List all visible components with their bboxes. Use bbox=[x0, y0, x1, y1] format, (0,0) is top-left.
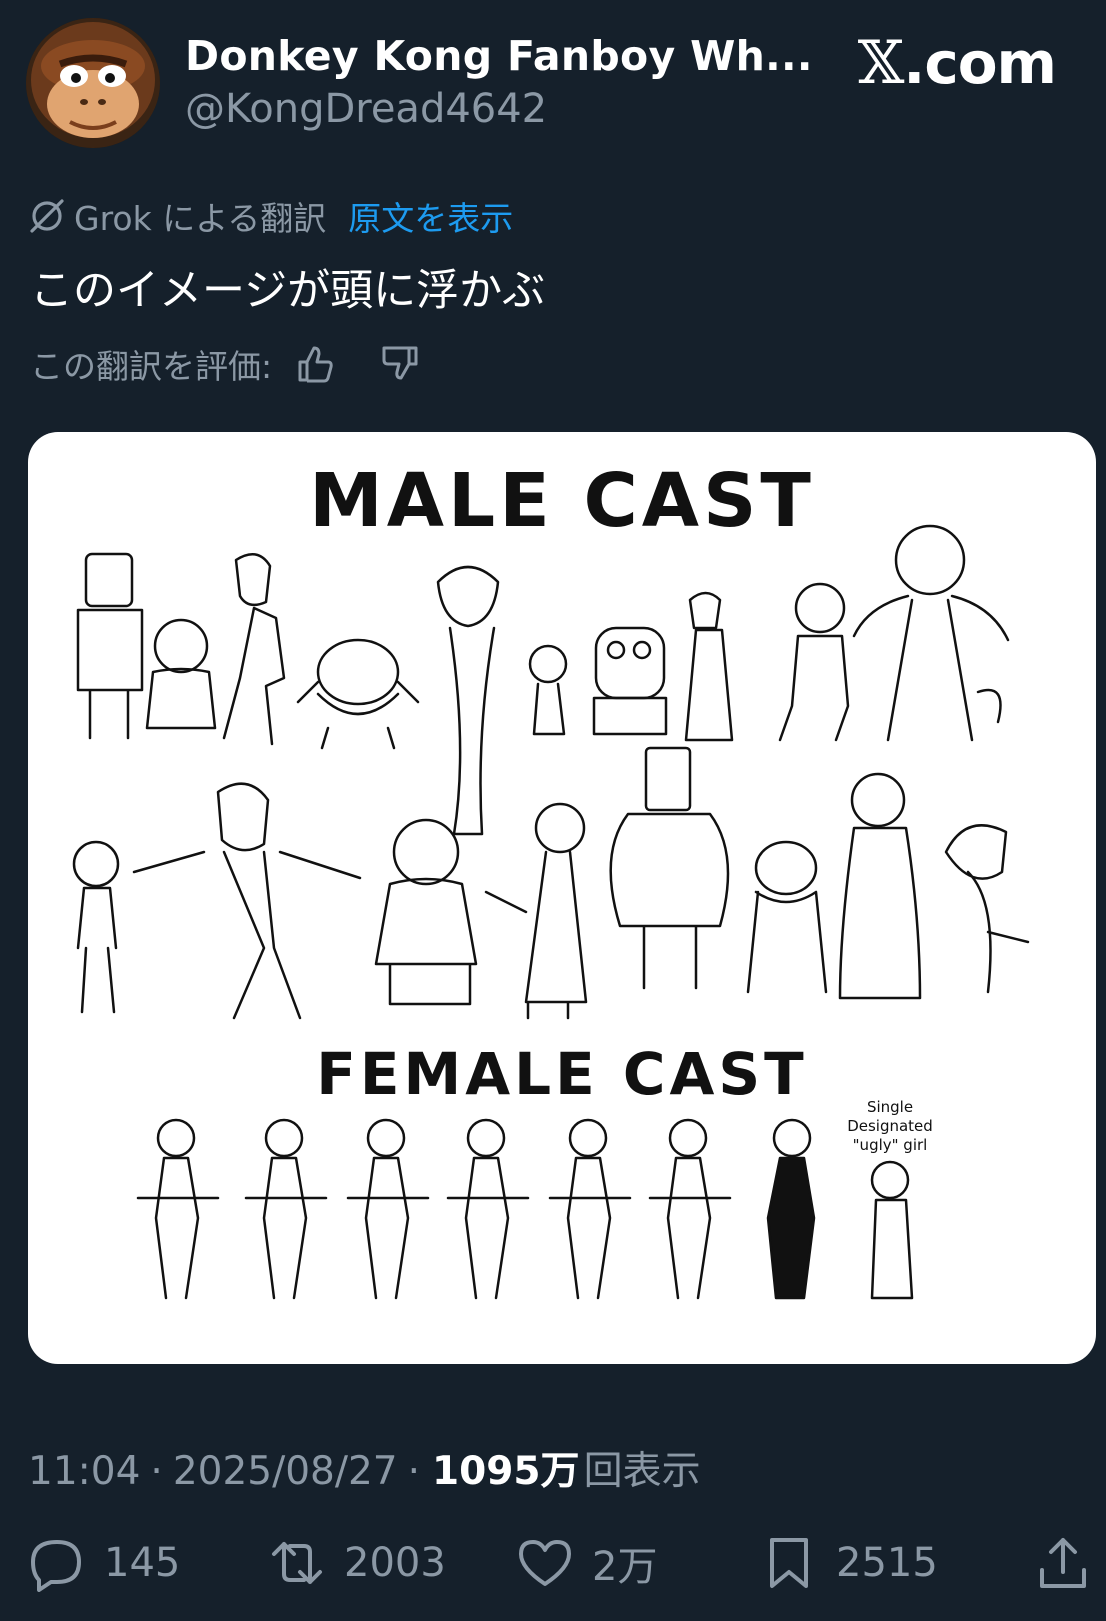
male-cast-heading: MALE CAST bbox=[309, 458, 815, 544]
post-image[interactable]: MALE CAST FEMALE CAST Single Designated … bbox=[28, 432, 1096, 1364]
author-handle[interactable]: @KongDread4642 bbox=[185, 86, 547, 132]
bookmark-count: 2515 bbox=[836, 1540, 938, 1586]
male-figure bbox=[609, 746, 730, 990]
male-figure bbox=[944, 824, 1030, 994]
repost-icon bbox=[272, 1542, 322, 1584]
heart-icon bbox=[519, 1540, 571, 1586]
post-meta: 11:04 · 2025/08/27 · 1095万 回表示 bbox=[28, 1440, 701, 1496]
male-figure bbox=[374, 818, 478, 1006]
note-line-1: Single bbox=[867, 1098, 913, 1116]
male-figure bbox=[852, 524, 1010, 742]
share-button[interactable] bbox=[1034, 1534, 1106, 1592]
x-logo-icon: 𝕏 bbox=[857, 28, 905, 98]
reply-count: 145 bbox=[104, 1540, 181, 1586]
show-original-link[interactable]: 原文を表示 bbox=[348, 192, 513, 240]
author-display-name[interactable]: Donkey Kong Fanboy Wh... bbox=[185, 32, 813, 80]
translation-rating-row: この翻訳を評価: bbox=[30, 340, 422, 388]
male-figure bbox=[132, 782, 362, 1020]
male-figure bbox=[145, 618, 217, 730]
like-button[interactable]: 2万 bbox=[516, 1534, 657, 1592]
note-line-3: "ugly" girl bbox=[853, 1136, 928, 1154]
male-figure bbox=[528, 644, 568, 736]
thumbs-up-icon[interactable] bbox=[294, 342, 338, 386]
male-figure bbox=[296, 638, 420, 750]
reply-icon bbox=[31, 1540, 81, 1592]
repost-count: 2003 bbox=[344, 1540, 446, 1586]
x-com-watermark: 𝕏.com bbox=[857, 28, 1057, 98]
cast-lineup-drawing: MALE CAST FEMALE CAST Single Designated … bbox=[72, 458, 1030, 1300]
donkey-kong-avatar-icon bbox=[26, 18, 160, 148]
brand-suffix: .com bbox=[903, 29, 1057, 97]
post-text: このイメージが頭に浮かぶ bbox=[30, 266, 546, 316]
note-line-2: Designated bbox=[847, 1117, 933, 1135]
female-cast-heading: FEMALE CAST bbox=[316, 1040, 807, 1108]
thumbs-down-icon[interactable] bbox=[378, 342, 422, 386]
male-figure bbox=[436, 565, 500, 836]
views-label: 回表示 bbox=[583, 1449, 701, 1494]
male-figure bbox=[778, 582, 850, 742]
male-figure bbox=[72, 840, 120, 1014]
meta-separator: · bbox=[150, 1449, 163, 1494]
male-figure bbox=[222, 553, 286, 746]
male-figure bbox=[684, 591, 734, 742]
meta-separator: · bbox=[407, 1449, 421, 1494]
reply-button[interactable]: 145 bbox=[28, 1534, 180, 1592]
male-figure bbox=[76, 552, 144, 740]
male-figure bbox=[484, 802, 588, 1020]
share-icon bbox=[1040, 1538, 1086, 1588]
rate-translation-label: この翻訳を評価: bbox=[30, 347, 273, 386]
translation-label: Grok による翻訳 bbox=[74, 199, 327, 238]
male-figure bbox=[838, 772, 922, 1000]
author-avatar[interactable] bbox=[26, 18, 160, 148]
action-bar: 145 2003 2万 2515 bbox=[0, 1534, 1106, 1594]
like-count: 2万 bbox=[592, 1544, 658, 1590]
male-figure bbox=[746, 840, 828, 994]
bookmark-button[interactable]: 2515 bbox=[760, 1534, 938, 1592]
female-figures bbox=[136, 1118, 914, 1300]
repost-button[interactable]: 2003 bbox=[268, 1534, 446, 1592]
bookmark-icon bbox=[770, 1538, 808, 1588]
grok-icon bbox=[30, 199, 64, 233]
translation-row: Grok による翻訳 原文を表示 bbox=[28, 192, 513, 240]
post-date[interactable]: 2025/08/27 bbox=[173, 1449, 398, 1494]
male-figure bbox=[592, 626, 668, 736]
post-time[interactable]: 11:04 bbox=[28, 1449, 140, 1494]
views-count: 1095万 bbox=[432, 1449, 580, 1494]
